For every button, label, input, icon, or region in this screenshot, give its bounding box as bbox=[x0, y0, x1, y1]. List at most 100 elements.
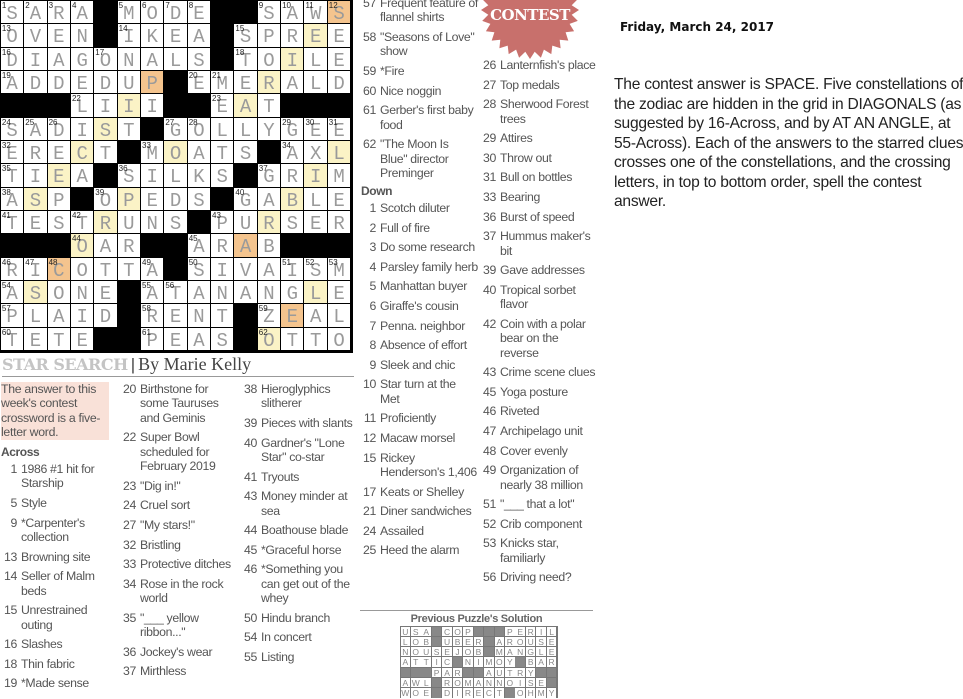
clue-number: 8 bbox=[188, 0, 194, 10]
puzzle-date: Friday, March 24, 2017 bbox=[620, 20, 775, 34]
black-square bbox=[281, 234, 304, 257]
clue-text: Mirthless bbox=[140, 664, 187, 679]
previous-cell: Y bbox=[525, 667, 536, 678]
clue-number: 61 bbox=[363, 103, 376, 118]
clue-number: 19 bbox=[1, 70, 11, 80]
clue-item: 51 "___ that a lot" bbox=[478, 497, 598, 511]
clue-number: 20 bbox=[123, 382, 136, 396]
clue-number: 11 bbox=[305, 0, 314, 10]
clue-number: 16 bbox=[4, 637, 17, 652]
clue-number: 32 bbox=[1, 141, 11, 150]
clue-text: Seller of Malm beds bbox=[21, 569, 95, 598]
title-separator: | bbox=[130, 355, 136, 374]
clue-text: *Made sense bbox=[21, 676, 89, 691]
previous-cell: U bbox=[494, 667, 505, 678]
clue-number: 62 bbox=[258, 327, 268, 337]
previous-cell: A bbox=[484, 667, 494, 678]
clue-item: 27 "My stars!" bbox=[118, 518, 238, 532]
clue-text: "Seasons of Love" show bbox=[380, 30, 475, 59]
clue-number: 5 bbox=[10, 496, 18, 510]
clue-item: 33 Protective ditches bbox=[118, 557, 238, 571]
clue-number: 45 bbox=[483, 384, 496, 399]
clue-item: 40 Tropical sorbet flavor bbox=[478, 283, 598, 312]
clue-number: 57 bbox=[1, 304, 11, 314]
previous-black-square bbox=[473, 626, 484, 636]
grid-row-letters: TESTRUNS#PURSER bbox=[6, 213, 357, 236]
clue-text: Hummus maker's bit bbox=[500, 229, 591, 258]
previous-cell: O bbox=[505, 678, 515, 688]
previous-cell: O bbox=[410, 647, 421, 658]
clue-text: *Carpenter's collection bbox=[21, 515, 85, 544]
clue-number: 51 bbox=[483, 497, 496, 512]
clue-item: 57 Frequent feature of flannel shirts bbox=[358, 0, 478, 25]
clue-number: 56 bbox=[483, 570, 496, 585]
clue-item: 2 Full of fire bbox=[358, 221, 478, 235]
clue-number: 43 bbox=[483, 365, 496, 380]
clue-item: 46 *Something you can get out of the whey bbox=[239, 562, 357, 605]
clue-number: 31 bbox=[483, 170, 496, 185]
clue-text: Protective ditches bbox=[140, 557, 231, 572]
clue-item: 62 "The Moon Is Blue" director Preminger bbox=[358, 137, 478, 180]
black-square bbox=[47, 234, 70, 257]
clue-number: 60 bbox=[363, 83, 376, 98]
clue-item: 26 Lanternfish's place bbox=[478, 58, 598, 72]
clue-number: 18 bbox=[235, 47, 245, 57]
previous-cell: I bbox=[473, 657, 484, 667]
clue-text: Giraffe's cousin bbox=[380, 298, 459, 313]
clue-text: Heed the alarm bbox=[380, 543, 460, 558]
clue-number: 42 bbox=[483, 316, 496, 331]
previous-cell: A bbox=[473, 678, 484, 688]
clue-item: 15 Unrestrained outing bbox=[0, 603, 112, 632]
clue-number: 43 bbox=[212, 211, 221, 221]
black-square bbox=[164, 94, 187, 117]
clue-number: 48 bbox=[48, 257, 58, 267]
clue-item: 42 Coin with a polar bear on the reverse bbox=[478, 317, 598, 360]
previous-cell: E bbox=[546, 636, 557, 647]
grid-row-letters: ASONE#ATANANGLE bbox=[6, 283, 357, 306]
clue-item: 43 Crime scene clues bbox=[478, 365, 598, 379]
previous-cell: B bbox=[452, 636, 463, 647]
clue-text: Archipelago unit bbox=[500, 423, 583, 438]
clue-text: Knicks star, familiarly bbox=[500, 536, 559, 565]
previous-cell: A bbox=[421, 626, 431, 637]
clue-number: 28 bbox=[483, 97, 496, 112]
clue-text: "___ that a lot" bbox=[500, 497, 575, 512]
puzzle-title: STAR SEARCH | By Marie Kelly bbox=[2, 354, 354, 377]
clue-text: Birthstone for some Tauruses and Geminis bbox=[140, 382, 219, 425]
clue-item: 38 Hieroglyphics slitherer bbox=[239, 382, 357, 411]
clue-number: 33 bbox=[123, 557, 136, 572]
clue-text: "___ yellow ribbon..." bbox=[140, 610, 199, 640]
black-square bbox=[141, 234, 164, 257]
previous-cell: N bbox=[484, 678, 494, 688]
clue-item: 23 "Dig in!" bbox=[118, 479, 238, 493]
clue-number: 39 bbox=[483, 263, 496, 278]
black-square bbox=[187, 94, 211, 117]
clue-number: 4 bbox=[71, 0, 77, 10]
clue-text: Attires bbox=[500, 131, 533, 146]
clue-text: Hindu branch bbox=[261, 610, 330, 625]
previous-cell: S bbox=[536, 636, 546, 647]
black-square bbox=[47, 94, 70, 117]
previous-cell: U bbox=[421, 647, 431, 658]
previous-cell: W bbox=[400, 688, 411, 699]
clue-number: 11 bbox=[363, 411, 376, 426]
across-clues-column-3: 38 Hieroglyphics slitherer 39 Pieces with s… bbox=[239, 382, 357, 670]
previous-cell: O bbox=[494, 657, 505, 668]
clue-item: 39 Pieces with slants bbox=[239, 416, 357, 430]
clue-text: Full of fire bbox=[380, 220, 430, 235]
clue-text: Super Bowl scheduled for February 2019 bbox=[140, 430, 216, 474]
clue-number: 49 bbox=[142, 257, 151, 267]
clue-text: Do some research bbox=[380, 240, 475, 255]
clue-text: Absence of effort bbox=[380, 338, 467, 353]
clue-number: 55 bbox=[142, 281, 151, 291]
previous-cell: R bbox=[442, 678, 452, 688]
clue-number: 9 bbox=[10, 515, 18, 530]
grid-row-letters: ASP#OPEDS#GABLE bbox=[6, 189, 357, 212]
clue-number: 7 bbox=[165, 0, 170, 10]
previous-cell: C bbox=[442, 657, 452, 668]
clue-item: 50 Hindu branch bbox=[239, 611, 357, 625]
clue-number: 26 bbox=[483, 58, 496, 72]
across-heading: Across bbox=[1, 445, 40, 459]
clue-item: 17 Keats or Shelley bbox=[358, 485, 478, 499]
clue-number: 35 bbox=[123, 610, 136, 625]
